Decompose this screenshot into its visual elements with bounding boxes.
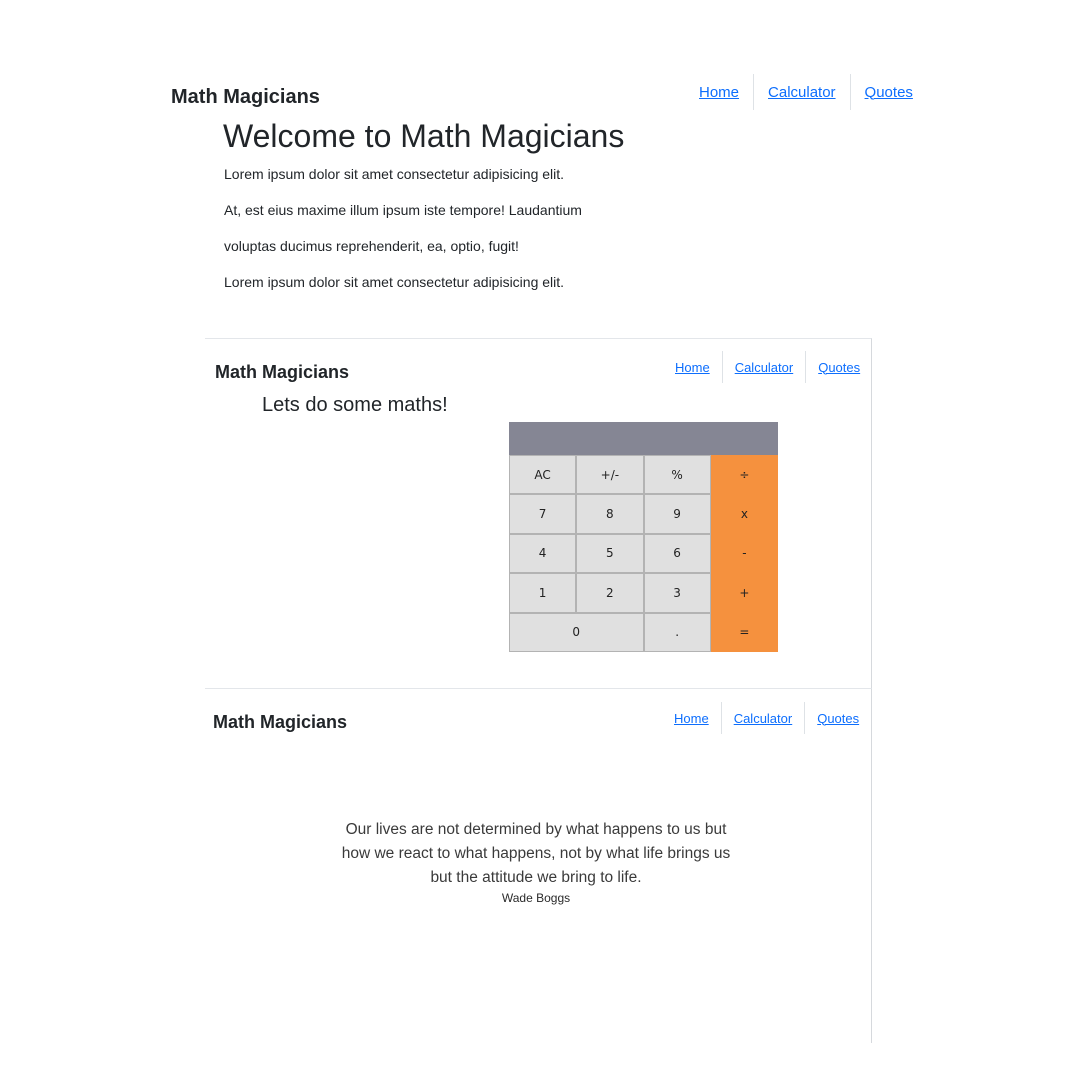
- site-brand: Math Magicians: [215, 362, 350, 382]
- quote-author: Wade Boggs: [501, 891, 571, 905]
- key-equals[interactable]: =: [710, 612, 778, 652]
- key-4[interactable]: 4: [509, 533, 577, 574]
- nav-calculator-link[interactable]: Calculator: [722, 702, 806, 734]
- site-brand: Math Magicians: [171, 86, 320, 108]
- key-0[interactable]: 0: [509, 612, 644, 652]
- key-percent[interactable]: %: [643, 455, 711, 495]
- intro-paragraph: Lorem ipsum dolor sit amet consectetur a…: [224, 166, 565, 182]
- key-9[interactable]: 9: [643, 494, 711, 534]
- key-6[interactable]: 6: [643, 533, 711, 574]
- key-7[interactable]: 7: [509, 494, 577, 534]
- site-brand: Math Magicians: [213, 712, 348, 732]
- calculator-display: [509, 422, 778, 455]
- nav-home-link[interactable]: Home: [685, 74, 755, 110]
- key-decimal[interactable]: .: [643, 612, 711, 652]
- intro-paragraph: Lorem ipsum dolor sit amet consectetur a…: [224, 274, 565, 290]
- calculator: AC +/- % ÷ 7 8 9 x 4 5 6 - 1 2 3 + 0 . =: [509, 422, 778, 652]
- intro-paragraph: voluptas ducimus reprehenderit, ea, opti…: [224, 238, 519, 254]
- key-8[interactable]: 8: [576, 494, 644, 534]
- key-3[interactable]: 3: [643, 573, 711, 613]
- key-add[interactable]: +: [710, 573, 778, 613]
- quote-text: Our lives are not determined by what hap…: [341, 821, 731, 886]
- page-title: Welcome to Math Magicians: [223, 118, 625, 154]
- nav-quotes-link[interactable]: Quotes: [806, 351, 860, 383]
- key-5[interactable]: 5: [576, 533, 644, 574]
- key-2[interactable]: 2: [576, 573, 644, 613]
- nav-quotes-link[interactable]: Quotes: [851, 74, 913, 110]
- main-nav: Home Calculator Quotes: [685, 74, 913, 110]
- calculator-keypad: AC +/- % ÷ 7 8 9 x 4 5 6 - 1 2 3 + 0 . =: [509, 455, 778, 652]
- nav-calculator-link[interactable]: Calculator: [723, 351, 807, 383]
- calculator-heading: Lets do some maths!: [262, 394, 448, 416]
- nav-calculator-link[interactable]: Calculator: [754, 74, 851, 110]
- nav-home-link[interactable]: Home: [662, 702, 722, 734]
- key-clear[interactable]: AC: [509, 455, 577, 495]
- key-1[interactable]: 1: [509, 573, 577, 613]
- main-nav: Home Calculator Quotes: [662, 702, 859, 734]
- key-multiply[interactable]: x: [710, 494, 778, 534]
- intro-paragraph: At, est eius maxime illum ipsum iste tem…: [224, 202, 582, 218]
- key-sign[interactable]: +/-: [576, 455, 644, 495]
- nav-home-link[interactable]: Home: [663, 351, 723, 383]
- key-divide[interactable]: ÷: [710, 455, 778, 495]
- nav-quotes-link[interactable]: Quotes: [805, 702, 859, 734]
- main-nav: Home Calculator Quotes: [663, 351, 860, 383]
- key-subtract[interactable]: -: [710, 533, 778, 574]
